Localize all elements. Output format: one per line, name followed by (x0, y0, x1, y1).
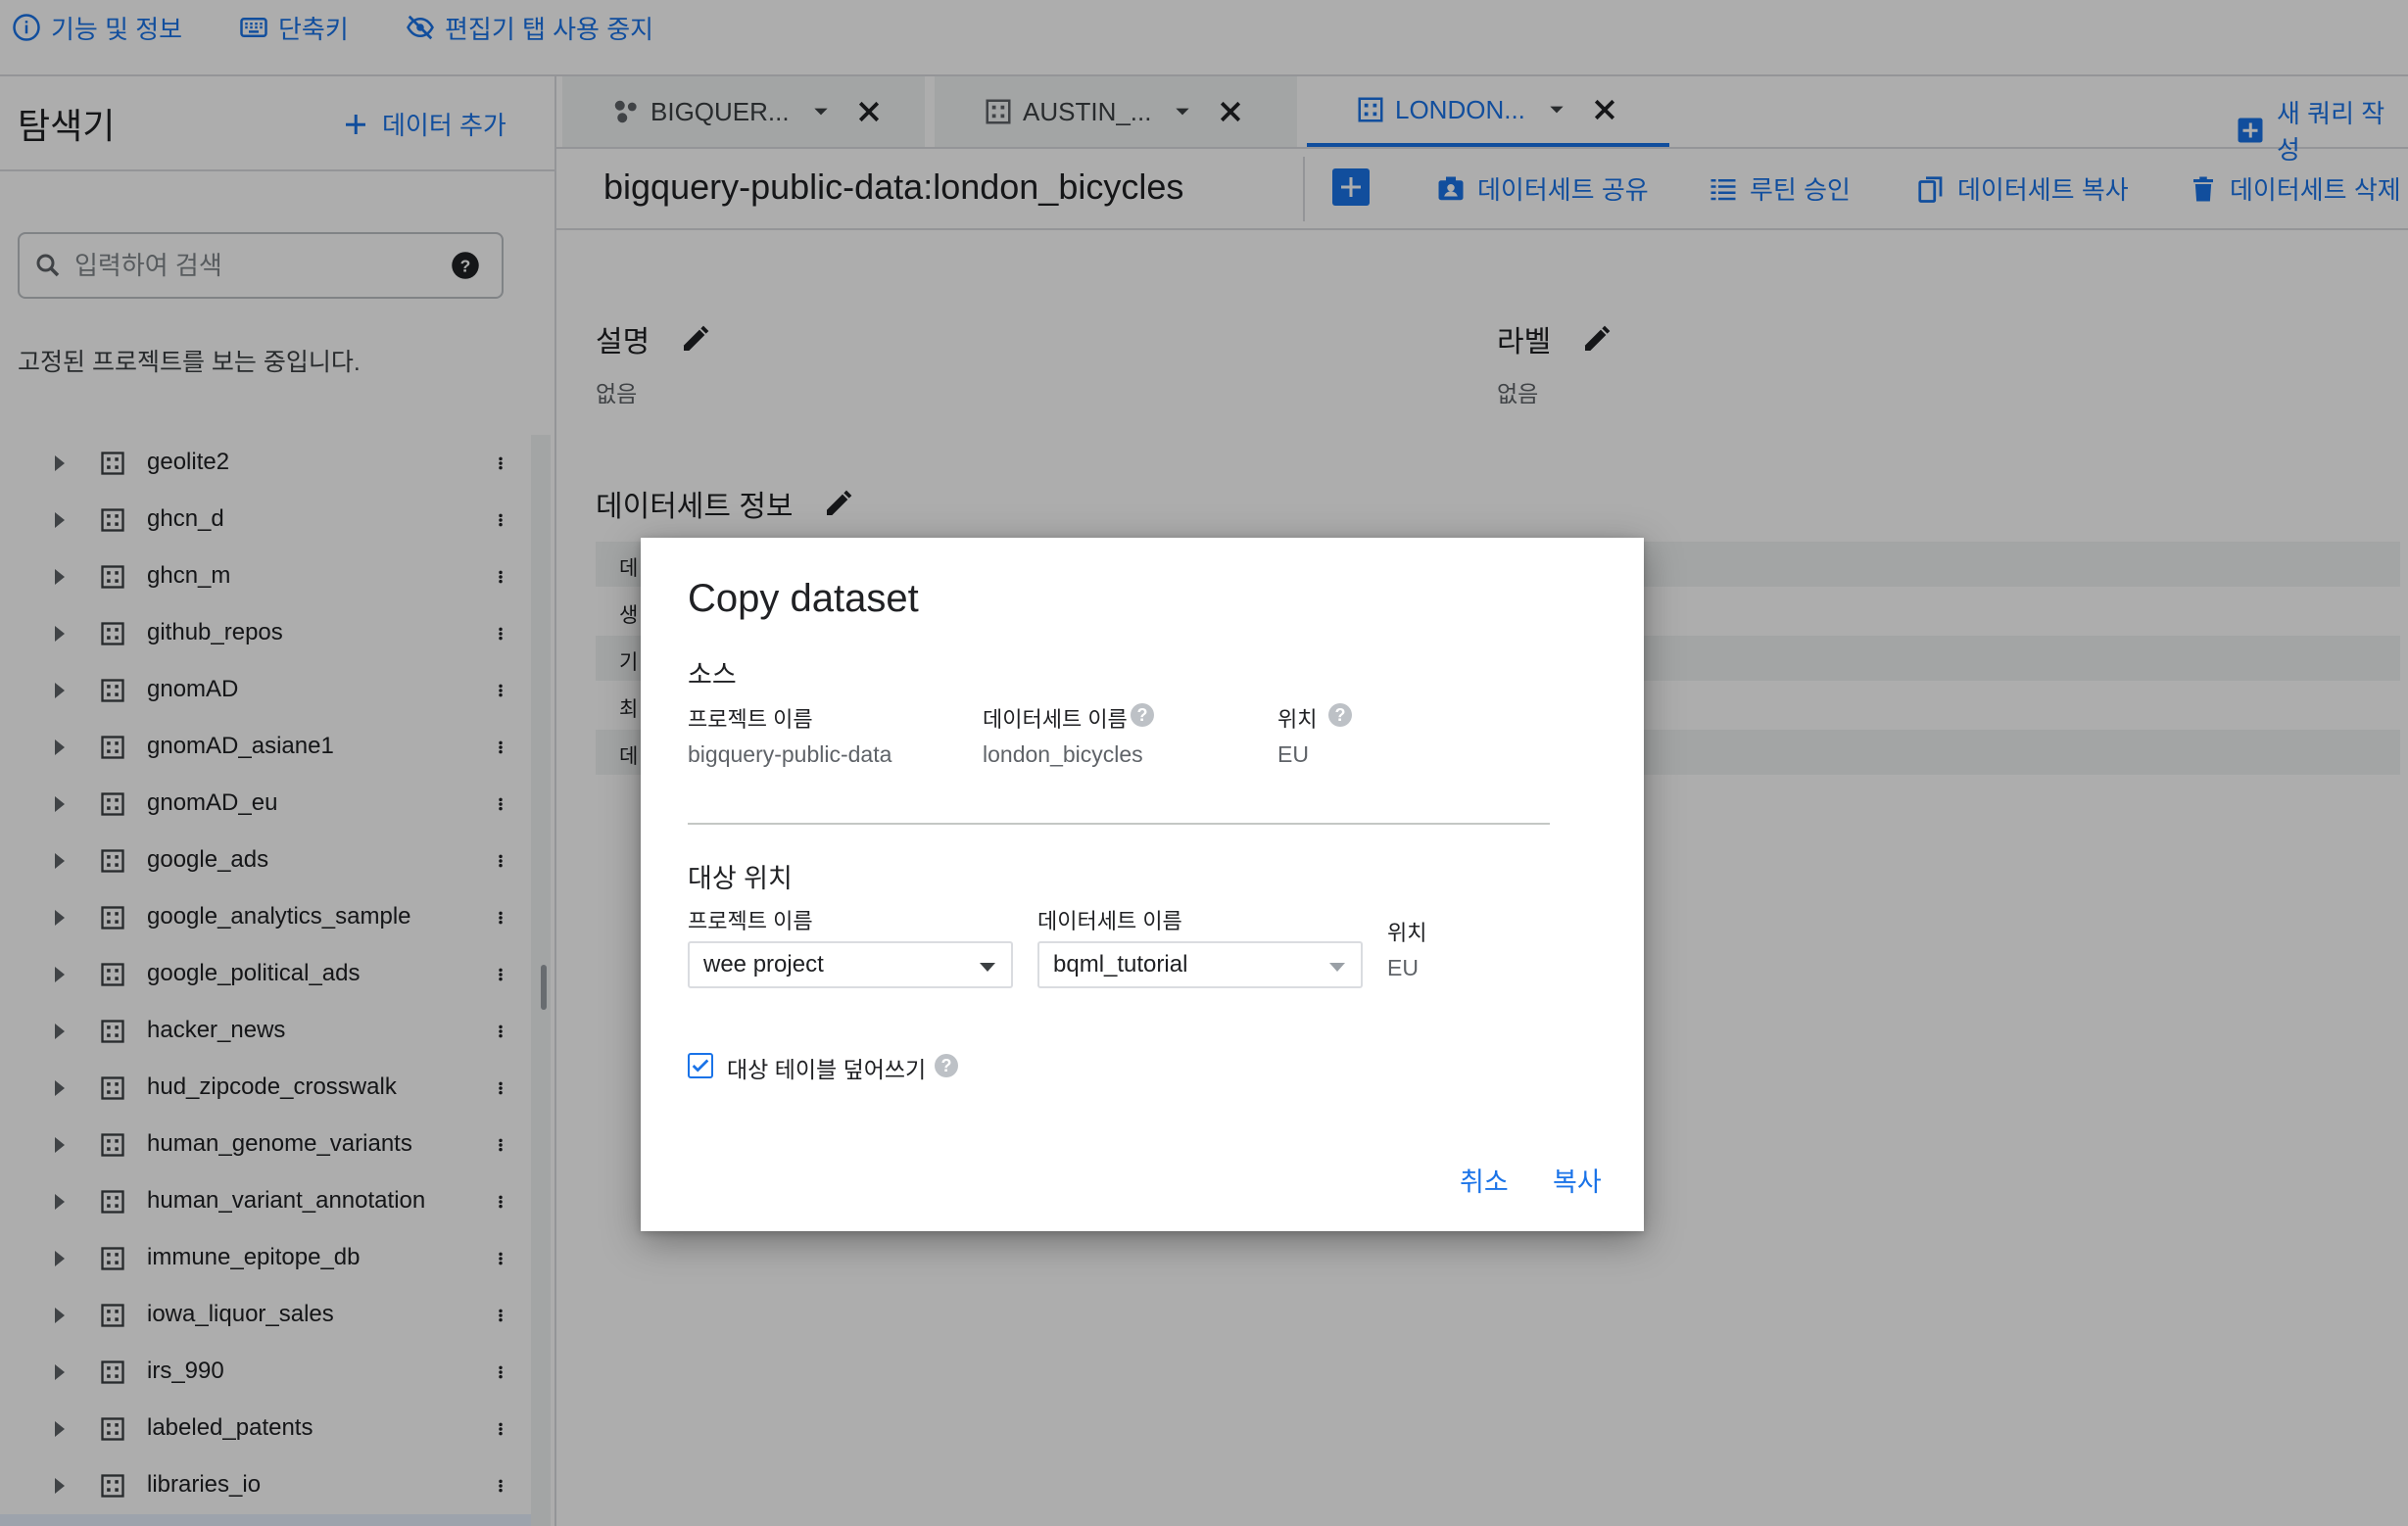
dropdown-arrow-icon (980, 963, 995, 972)
target-project-select[interactable]: wee project (688, 941, 1013, 988)
source-dataset-label: 데이터세트 이름 (983, 707, 1128, 732)
source-section-title: 소스 (688, 660, 737, 690)
target-location-value: EU (1387, 955, 1419, 980)
help-icon[interactable]: ? (935, 1054, 958, 1077)
target-dataset-value: bqml_tutorial (1053, 951, 1188, 978)
target-dataset-select[interactable]: bqml_tutorial (1037, 941, 1363, 988)
dialog-title: Copy dataset (688, 577, 919, 620)
source-location-label: 위치 (1277, 707, 1318, 732)
help-icon[interactable]: ? (1328, 703, 1352, 727)
target-section-title: 대상 위치 (688, 864, 793, 893)
overwrite-checkbox[interactable] (688, 1053, 713, 1078)
target-project-label: 프로젝트 이름 (688, 909, 813, 933)
target-project-value: wee project (703, 951, 824, 978)
target-location-label: 위치 (1387, 921, 1427, 945)
source-dataset-value: london_bicycles (983, 741, 1143, 767)
source-location-value: EU (1277, 741, 1309, 767)
copy-dataset-dialog: Copy dataset 소스 프로젝트 이름 bigquery-public-… (641, 538, 1644, 1231)
overwrite-label: 대상 테이블 덮어쓰기 (727, 1057, 927, 1082)
help-icon[interactable]: ? (1131, 703, 1154, 727)
source-project-value: bigquery-public-data (688, 741, 892, 767)
source-project-label: 프로젝트 이름 (688, 707, 813, 732)
copy-button[interactable]: 복사 (1553, 1161, 1602, 1199)
check-icon (692, 1059, 709, 1073)
target-dataset-label: 데이터세트 이름 (1037, 909, 1182, 933)
cancel-button[interactable]: 취소 (1460, 1161, 1509, 1199)
dropdown-arrow-icon (1329, 963, 1345, 972)
dialog-divider (688, 823, 1550, 825)
